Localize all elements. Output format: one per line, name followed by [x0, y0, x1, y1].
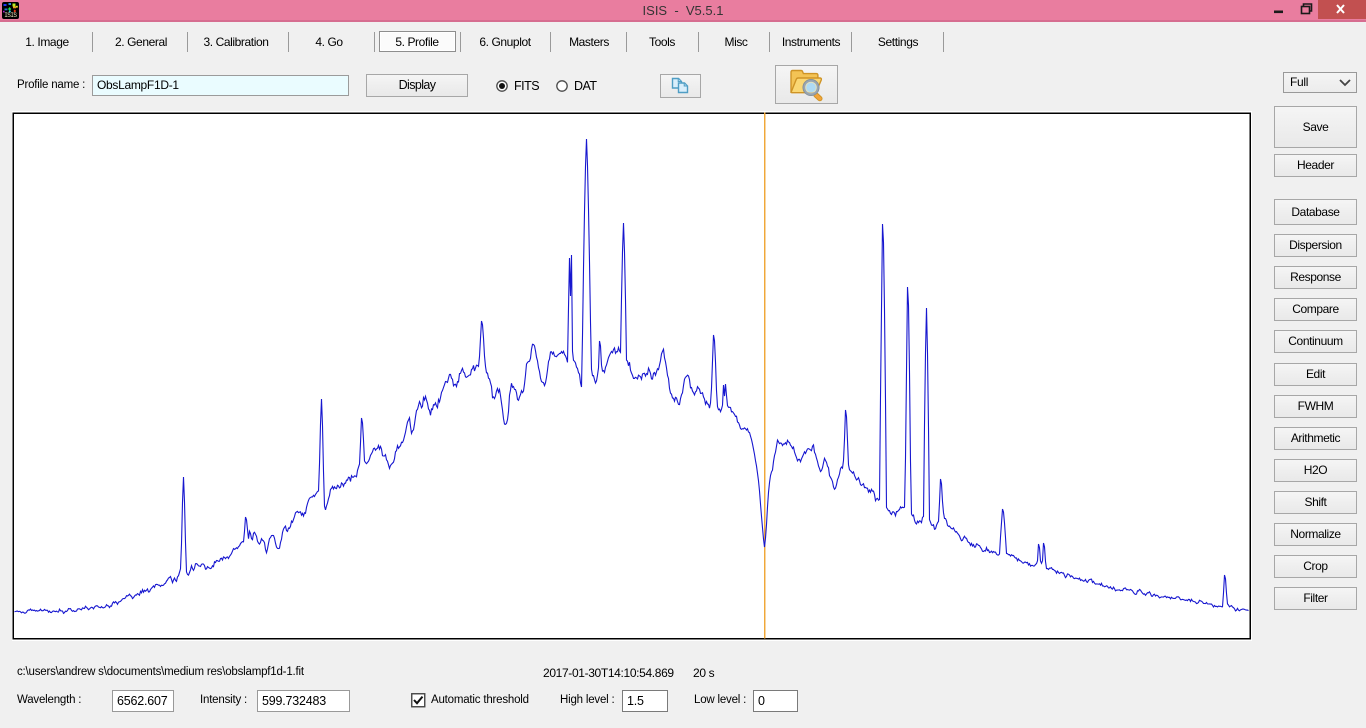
svg-text:ISIS: ISIS	[4, 12, 17, 19]
